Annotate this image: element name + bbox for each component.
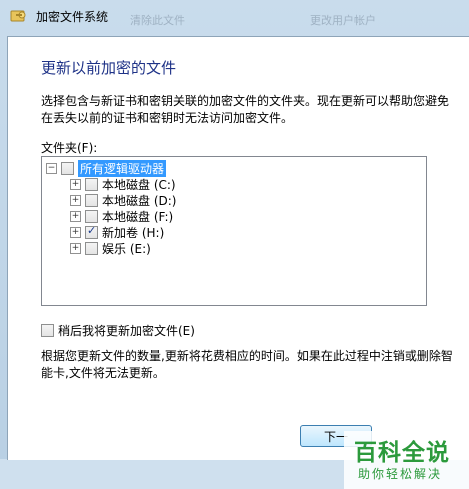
later-checkbox-label[interactable]: 稍后我将更新加密文件(E) [58,322,195,339]
tree-item-label[interactable]: 本地磁盘 (C:) [102,176,176,193]
expand-icon[interactable]: + [70,194,81,206]
background-text-left: 清除此文件 [130,14,185,27]
later-checkbox[interactable] [41,324,54,337]
footer-note: 根据您更新文件的数量,更新将花费相应的时间。如果在此过程中注销或删除智能卡,文件… [41,349,453,380]
tree-item[interactable]: + 本地磁盘 (D:) [70,192,176,208]
watermark-title: 百科全说 [354,440,450,466]
window-frame: 加密文件系统 清除此文件 更改用户帐户 ◀ 更新以前加密的文件 选择包含与新证书… [0,0,469,489]
collapse-icon[interactable]: − [46,162,57,174]
tree-item-checkbox[interactable] [85,209,98,223]
tree-item-checkbox[interactable] [85,224,98,239]
title-bar: 加密文件系统 清除此文件 更改用户帐户 [0,0,469,36]
tree-item[interactable]: + 本地磁盘 (C:) [70,176,176,192]
watermark-subtitle: 助你轻松解决 [358,467,443,481]
tree-item[interactable]: + 本地磁盘 (F:) [70,208,173,224]
window-title: 加密文件系统 [36,10,109,24]
page-heading: 更新以前加密的文件 [41,59,177,77]
tree-root-label[interactable]: 所有逻辑驱动器 [78,159,167,177]
content-panel: 更新以前加密的文件 选择包含与新证书和密钥关联的加密文件的文件夹。现在更新可以帮… [7,36,469,489]
later-option[interactable]: 稍后我将更新加密文件(E) [41,322,195,339]
tree-item-label[interactable]: 本地磁盘 (F:) [102,208,173,225]
tree-item[interactable]: + 新加卷 (H:) [70,224,164,240]
tree-item[interactable]: + 娱乐 (E:) [70,240,151,256]
background-text-right: 更改用户帐户 [310,14,376,27]
tree-item-checkbox[interactable] [85,177,98,191]
tree-item-checkbox[interactable] [85,241,98,255]
tree-item-label[interactable]: 娱乐 (E:) [102,240,151,257]
watermark: 百科全说 助你轻松解决 [344,431,469,489]
tree-item-checkbox[interactable] [85,193,98,207]
tree-item-label[interactable]: 新加卷 (H:) [102,224,164,241]
tree-item-label[interactable]: 本地磁盘 (D:) [102,192,176,209]
tree-root-checkbox[interactable] [61,161,74,175]
folder-tree[interactable]: − 所有逻辑驱动器 + 本地磁盘 (C:) + 本地磁盘 (D:) + 本地磁盘… [41,156,427,306]
expand-icon[interactable]: + [70,210,81,222]
folders-label: 文件夹(F): [41,141,98,155]
expand-icon[interactable]: + [70,226,81,238]
expand-icon[interactable]: + [70,242,81,254]
efs-key-icon [10,8,28,24]
page-description: 选择包含与新证书和密钥关联的加密文件的文件夹。现在更新可以帮助您避免在丢失以前的… [41,94,450,125]
tree-root[interactable]: − 所有逻辑驱动器 [46,159,167,177]
expand-icon[interactable]: + [70,178,81,190]
